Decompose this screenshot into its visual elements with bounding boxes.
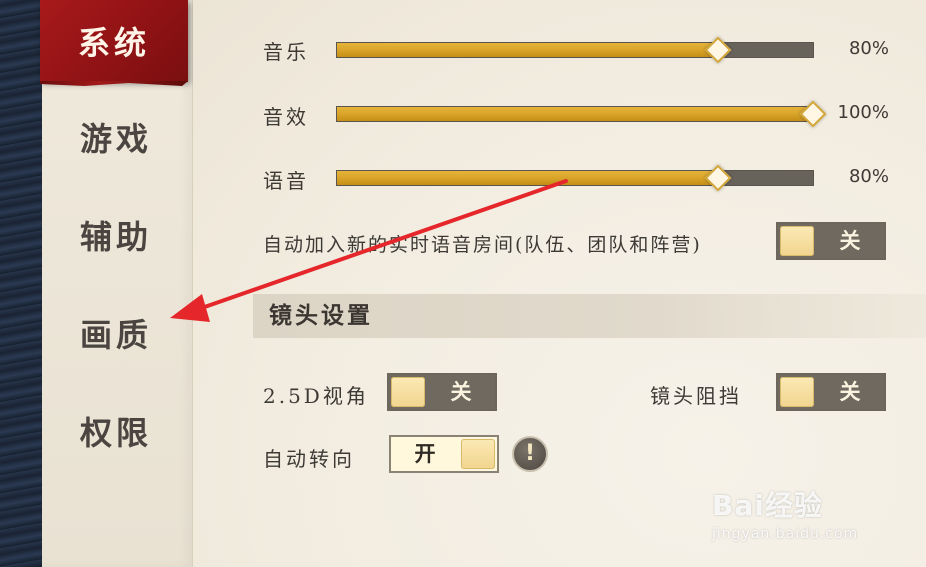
section-title: 镜头设置	[269, 302, 373, 329]
tab-graphics[interactable]: 画质	[42, 294, 192, 372]
toggle-state: 关	[839, 379, 861, 404]
toggle-handle	[780, 377, 814, 407]
view-25d-toggle[interactable]: 关	[387, 373, 497, 411]
watermark-text: Bai经验	[712, 489, 823, 522]
music-slider-knob[interactable]	[704, 36, 732, 64]
auto-turn-label: 自动转向	[263, 447, 355, 471]
voice-slider-knob[interactable]	[704, 164, 732, 192]
toggle-handle	[780, 226, 814, 256]
music-slider-fill	[337, 43, 718, 57]
baidu-watermark: Bai经验 jingyan.baidu.com	[712, 484, 892, 554]
tab-graphics-label: 画质	[80, 316, 153, 354]
tab-system[interactable]: 系统	[40, 0, 188, 82]
watermark-url: jingyan.baidu.com	[712, 526, 859, 542]
toggle-state: 关	[839, 228, 861, 253]
tab-assist[interactable]: 辅助	[42, 196, 192, 274]
tab-permissions-label: 权限	[80, 414, 153, 452]
tab-system-label: 系统	[78, 24, 151, 62]
voice-label: 语音	[263, 169, 309, 193]
toggle-state: 开	[414, 441, 436, 466]
tab-permissions[interactable]: 权限	[42, 392, 192, 470]
sfx-slider[interactable]	[336, 100, 827, 128]
settings-sidebar: 系统 游戏 辅助 画质 权限	[40, 0, 193, 567]
settings-content: 音乐 80% 音效 100% 语音 80% 自动加入新的实时语音房间(队伍、团队…	[193, 0, 926, 567]
game-backdrop	[0, 0, 42, 567]
info-icon[interactable]: !	[512, 436, 548, 472]
voice-value: 80%	[848, 166, 889, 187]
camera-block-label: 镜头阻挡	[650, 384, 742, 408]
toggle-state: 关	[450, 379, 472, 404]
settings-screen: 系统 游戏 辅助 画质 权限 音乐 80% 音效 100% 语音 80% 自动加…	[0, 0, 926, 567]
tab-assist-label: 辅助	[80, 218, 153, 256]
toggle-handle	[461, 439, 495, 469]
view-25d-label: 2.5D视角	[263, 384, 369, 408]
music-slider[interactable]	[336, 36, 814, 64]
sfx-slider-fill	[337, 107, 813, 121]
sfx-value: 100%	[837, 102, 889, 123]
camera-section-header: 镜头设置	[253, 294, 926, 338]
auto-join-voice-label: 自动加入新的实时语音房间(队伍、团队和阵营)	[263, 234, 702, 256]
music-value: 80%	[848, 38, 889, 59]
camera-block-toggle[interactable]: 关	[776, 373, 886, 411]
voice-slider-fill	[337, 171, 718, 185]
toggle-handle	[391, 377, 425, 407]
tab-game[interactable]: 游戏	[42, 98, 192, 176]
auto-join-voice-toggle[interactable]: 关	[776, 222, 886, 260]
sfx-label: 音效	[263, 105, 309, 129]
tab-game-label: 游戏	[80, 120, 153, 158]
voice-slider[interactable]	[336, 164, 814, 192]
music-label: 音乐	[263, 40, 309, 64]
auto-turn-toggle[interactable]: 开	[389, 435, 499, 473]
